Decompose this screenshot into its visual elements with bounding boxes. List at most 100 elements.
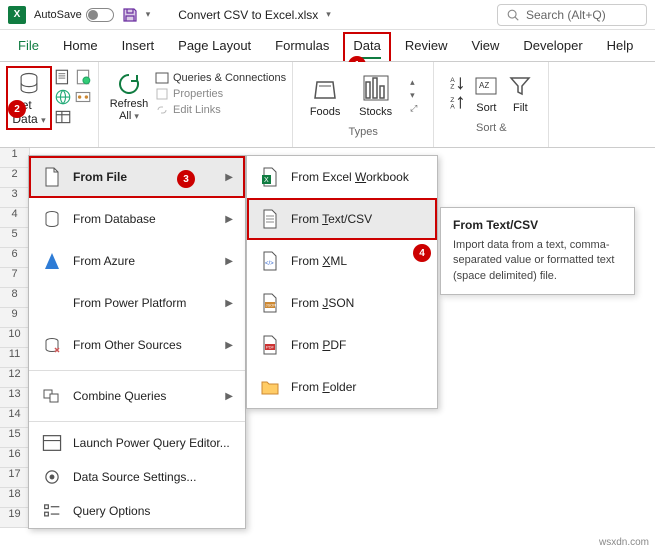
menu-home[interactable]: Home xyxy=(53,32,108,61)
menu-query-options[interactable]: Query Options xyxy=(29,494,245,528)
menu-from-pdf[interactable]: PDF From PDF xyxy=(247,324,437,366)
row-header[interactable]: 16 xyxy=(0,448,30,468)
menu-separator xyxy=(29,421,245,422)
recent-sources-icon[interactable] xyxy=(74,68,92,86)
sort-icon: AZ xyxy=(472,72,500,100)
search-input[interactable]: Search (Alt+Q) xyxy=(497,4,647,26)
menu-from-text-csv[interactable]: From Text/CSV xyxy=(247,198,437,240)
tooltip: From Text/CSV Import data from a text, c… xyxy=(440,207,635,295)
row-header[interactable]: 6 xyxy=(0,248,30,268)
menu-from-json[interactable]: JSON From JSON xyxy=(247,282,437,324)
menu-combine-queries[interactable]: Combine Queries ▶ xyxy=(29,375,245,417)
sort-asc-button[interactable]: AZ xyxy=(448,74,466,92)
chevron-up-icon[interactable]: ▴ xyxy=(410,77,417,88)
power-platform-icon xyxy=(41,292,63,314)
settings-icon xyxy=(41,466,63,488)
row-header[interactable]: 12 xyxy=(0,368,30,388)
menu-review[interactable]: Review xyxy=(395,32,458,61)
filter-icon xyxy=(506,72,534,100)
tooltip-title: From Text/CSV xyxy=(453,218,622,232)
chevron-down-icon[interactable]: ▾ xyxy=(410,90,417,101)
filter-button[interactable]: Filt xyxy=(506,72,534,114)
menu-formulas[interactable]: Formulas xyxy=(265,32,339,61)
excel-logo-icon: X xyxy=(8,6,26,24)
row-header[interactable]: 17 xyxy=(0,468,30,488)
row-header[interactable]: 5 xyxy=(0,228,30,248)
data-types-group-label: Types xyxy=(299,124,427,138)
watermark: wsxdn.com xyxy=(599,537,649,548)
combine-icon xyxy=(41,385,63,407)
row-header[interactable]: 18 xyxy=(0,488,30,508)
text-file-icon xyxy=(259,208,281,230)
foods-data-type-button[interactable]: Foods xyxy=(309,72,341,118)
get-data-button[interactable]: GetData ▾ xyxy=(6,66,52,130)
autosave-label: AutoSave xyxy=(34,9,82,21)
menu-from-other-sources[interactable]: From Other Sources ▶ xyxy=(29,324,245,366)
svg-text:X: X xyxy=(264,177,269,184)
sort-button[interactable]: AZ Sort xyxy=(472,72,500,114)
qa-dropdown-icon[interactable]: ▾ xyxy=(146,9,151,20)
row-header[interactable]: 1 xyxy=(0,148,30,168)
data-types-nav[interactable]: ▴ ▾ ⤢ xyxy=(410,77,417,114)
menu-developer[interactable]: Developer xyxy=(513,32,592,61)
menu-data[interactable]: Data xyxy=(343,32,390,61)
row-header[interactable]: 2 xyxy=(0,168,30,188)
chevron-right-icon: ▶ xyxy=(225,214,233,225)
expand-icon[interactable]: ⤢ xyxy=(410,103,417,114)
chevron-right-icon: ▶ xyxy=(225,298,233,309)
from-text-small-icon[interactable] xyxy=(54,68,72,86)
menu-file[interactable]: File xyxy=(8,32,49,61)
autosave-switch-icon[interactable] xyxy=(86,8,114,22)
refresh-all-button[interactable]: RefreshAll ▾ xyxy=(105,66,153,126)
svg-text:AZ: AZ xyxy=(479,81,489,90)
database-icon xyxy=(15,70,43,98)
row-header[interactable]: 4 xyxy=(0,208,30,228)
menu-launch-pq-editor[interactable]: Launch Power Query Editor... xyxy=(29,426,245,460)
stocks-data-type-button[interactable]: Stocks xyxy=(359,72,392,118)
menu-help[interactable]: Help xyxy=(597,32,644,61)
chevron-right-icon: ▶ xyxy=(225,391,233,402)
menu-from-database[interactable]: From Database ▶ xyxy=(29,198,245,240)
row-header[interactable]: 13 xyxy=(0,388,30,408)
menu-from-xml[interactable]: </> From XML xyxy=(247,240,437,282)
row-header[interactable]: 15 xyxy=(0,428,30,448)
menu-from-azure[interactable]: From Azure ▶ xyxy=(29,240,245,282)
menu-insert[interactable]: Insert xyxy=(112,32,165,61)
from-web-small-icon[interactable] xyxy=(54,88,72,106)
row-header[interactable]: 7 xyxy=(0,268,30,288)
row-header[interactable]: 3 xyxy=(0,188,30,208)
from-table-small-icon[interactable] xyxy=(54,108,72,126)
menu-from-power-platform[interactable]: From Power Platform ▶ xyxy=(29,282,245,324)
row-header[interactable]: 8 xyxy=(0,288,30,308)
stocks-icon xyxy=(360,72,392,104)
queries-connections-button[interactable]: Queries & Connections xyxy=(155,70,286,86)
ribbon-group-queries: RefreshAll ▾ Queries & Connections Prope… xyxy=(99,62,293,147)
existing-conn-icon[interactable] xyxy=(74,88,92,106)
save-icon[interactable] xyxy=(122,7,138,23)
menu-from-file[interactable]: From File ▶ 3 xyxy=(29,156,245,198)
get-data-menu: From File ▶ 3 From Database ▶ From Azure… xyxy=(28,155,246,529)
svg-text:A: A xyxy=(451,104,456,111)
ribbon: 2 GetData ▾ xyxy=(0,62,655,148)
row-header[interactable]: 19 xyxy=(0,508,30,528)
menu-view[interactable]: View xyxy=(461,32,509,61)
autosave-toggle[interactable]: AutoSave xyxy=(34,8,114,22)
row-header[interactable]: 14 xyxy=(0,408,30,428)
get-data-small-buttons-2 xyxy=(74,66,92,106)
sort-desc-button[interactable]: ZA xyxy=(448,94,466,112)
svg-text:Z: Z xyxy=(451,84,455,91)
menu-data-source-settings[interactable]: Data Source Settings... xyxy=(29,460,245,494)
row-header[interactable]: 10 xyxy=(0,328,30,348)
svg-text:PDF: PDF xyxy=(266,345,275,350)
menu-page-layout[interactable]: Page Layout xyxy=(168,32,261,61)
other-sources-icon xyxy=(41,334,63,356)
properties-button[interactable]: Properties xyxy=(155,86,286,102)
row-header[interactable]: 11 xyxy=(0,348,30,368)
edit-links-button[interactable]: Edit Links xyxy=(155,102,286,118)
menu-from-excel-workbook[interactable]: X From Excel Workbook xyxy=(247,156,437,198)
links-icon xyxy=(155,103,169,117)
ribbon-group-sort-filter: AZ ZA AZ Sort Filt Sort & xyxy=(434,62,549,147)
file-name-dropdown-icon[interactable]: ▾ xyxy=(326,9,331,20)
row-header[interactable]: 9 xyxy=(0,308,30,328)
menu-from-folder[interactable]: From Folder xyxy=(247,366,437,408)
